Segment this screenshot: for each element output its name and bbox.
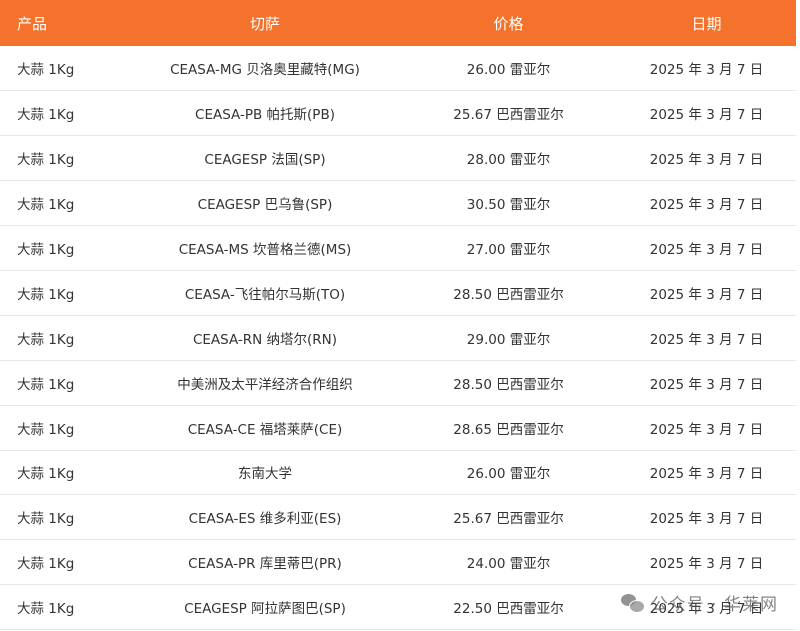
table-row: 大蒜 1Kg CEASA-MS 坎普格兰德(MS) 27.00 雷亚尔 2025 年 … — [0, 226, 796, 271]
cell-date: 2025 年 3 月 7 日 — [649, 331, 764, 348]
cell-date: 2025 年 3 月 7 日 — [649, 62, 764, 79]
table-row: 大蒜 1Kg CEASA-ES 维多利亚(ES) 25.67 巴西雷亚尔 2025 年… — [0, 495, 796, 540]
cell-date: 2025 年 3 月 7 日 — [649, 421, 764, 438]
cell-price: 28.65 巴西雷亚尔 — [453, 421, 564, 438]
table-row: 大蒜 1Kg CEASA-CE 福塔莱萨(CE) 28.65 巴西雷亚尔 2025 年… — [0, 405, 796, 451]
cell-product: 大蒜 1Kg — [17, 601, 75, 618]
cell-product: 大蒜 1Kg — [17, 152, 75, 169]
cell-market: CEASA-PB 帕托斯(PB) — [195, 107, 335, 124]
table-row: 大蒜 1Kg CEASA-RN 纳塔尔(RN) 29.00 雷亚尔 2025 年 3 … — [0, 315, 796, 361]
cell-price: 26.00 雷亚尔 — [466, 62, 551, 79]
header-price: 价格 — [493, 14, 524, 33]
header-row: 产品 切萨 价格 日期 — [0, 0, 796, 46]
cell-price: 25.67 巴西雷亚尔 — [453, 511, 564, 528]
watermark: 公众号 · 华莱网 — [620, 590, 778, 615]
cell-market: CEASA-ES 维多利亚(ES) — [188, 511, 342, 528]
cell-market: CEASA-CE 福塔莱萨(CE) — [187, 421, 343, 438]
cell-price: 22.50 巴西雷亚尔 — [453, 601, 564, 618]
cell-market: CEASA-RN 纳塔尔(RN) — [192, 331, 338, 348]
cell-product: 大蒜 1Kg — [17, 421, 75, 438]
cell-market: CEAGESP 巴乌鲁(SP) — [197, 197, 333, 214]
cell-product: 大蒜 1Kg — [17, 197, 75, 214]
cell-product: 大蒜 1Kg — [17, 466, 75, 483]
watermark-text: 公众号 · 华莱网 — [650, 595, 778, 615]
cell-market: 东南大学 — [238, 466, 292, 483]
cell-price: 27.00 雷亚尔 — [466, 242, 551, 258]
price-table-page: 产品 切萨 价格 日期 大蒜 1Kg CEASA-MG 贝洛奥里藏特(MG) 26.… — [0, 0, 800, 631]
cell-date: 2025 年 3 月 7 日 — [649, 197, 764, 214]
table-row: 大蒜 1Kg CEASA-PR 库里蒂巴(PR) 24.00 雷亚尔 2025 年 3… — [0, 540, 796, 585]
cell-product: 大蒜 1Kg — [17, 511, 75, 528]
table-row: 大蒜 1Kg CEASA-飞往帕尔马斯(TO) 28.50 巴西雷亚尔 2025 年 … — [0, 270, 796, 316]
wechat-icon — [620, 593, 645, 613]
header-product: 产品 — [17, 14, 48, 33]
cell-price: 25.67 巴西雷亚尔 — [453, 107, 564, 124]
cell-product: 大蒜 1Kg — [17, 242, 75, 258]
cell-product: 大蒜 1Kg — [17, 376, 75, 393]
cell-market: CEAGESP 阿拉萨图巴(SP) — [184, 601, 346, 618]
table-row: 大蒜 1Kg CEASA-PB 帕托斯(PB) 25.67 巴西雷亚尔 2025 年 … — [0, 91, 796, 136]
table-row: 大蒜 1Kg CEAGESP 法国(SP) 28.00 雷亚尔 2025 年 3 月 … — [0, 136, 796, 181]
price-table: 产品 切萨 价格 日期 大蒜 1Kg CEASA-MG 贝洛奥里藏特(MG) 26.… — [0, 0, 796, 630]
cell-product: 大蒜 1Kg — [17, 286, 75, 303]
table-row: 大蒜 1Kg 东南大学 26.00 雷亚尔 2025 年 3 月 7 日 — [0, 450, 796, 495]
cell-price: 26.00 雷亚尔 — [466, 466, 551, 483]
cell-date: 2025 年 3 月 7 日 — [649, 107, 764, 124]
cell-date: 2025 年 3 月 7 日 — [649, 511, 764, 528]
cell-price: 30.50 雷亚尔 — [466, 197, 551, 214]
table-header: 产品 切萨 价格 日期 — [0, 0, 796, 46]
cell-date: 2025 年 3 月 7 日 — [649, 286, 764, 303]
cell-date: 2025 年 3 月 7 日 — [649, 376, 764, 393]
cell-date: 2025 年 3 月 7 日 — [649, 466, 764, 483]
cell-market: 中美洲及太平洋经济合作组织 — [177, 376, 353, 393]
cell-product: 大蒜 1Kg — [17, 556, 75, 573]
table-row: 大蒜 1Kg CEASA-MG 贝洛奥里藏特(MG) 26.00 雷亚尔 2025 年… — [0, 46, 796, 91]
cell-price: 29.00 雷亚尔 — [466, 331, 551, 348]
cell-product: 大蒜 1Kg — [17, 62, 75, 79]
cell-product: 大蒜 1Kg — [17, 331, 75, 348]
cell-market: CEAGESP 法国(SP) — [204, 152, 326, 169]
cell-product: 大蒜 1Kg — [17, 107, 75, 124]
table-row: 大蒜 1Kg CEAGESP 巴乌鲁(SP) 30.50 雷亚尔 2025 年 3 月… — [0, 181, 796, 226]
cell-market: CEASA-MG 贝洛奥里藏特(MG) — [170, 62, 360, 79]
cell-market: CEASA-飞往帕尔马斯(TO) — [184, 286, 346, 303]
cell-price: 28.50 巴西雷亚尔 — [453, 376, 564, 393]
table-body: 大蒜 1Kg CEASA-MG 贝洛奥里藏特(MG) 26.00 雷亚尔 2025 年… — [0, 46, 796, 630]
header-market: 切萨 — [249, 14, 280, 33]
cell-date: 2025 年 3 月 7 日 — [649, 242, 764, 258]
cell-date: 2025 年 3 月 7 日 — [649, 152, 764, 169]
cell-market: CEASA-MS 坎普格兰德(MS) — [178, 242, 352, 258]
cell-market: CEASA-PR 库里蒂巴(PR) — [188, 556, 342, 573]
table-row: 大蒜 1Kg 中美洲及太平洋经济合作组织 28.50 巴西雷亚尔 2025 年 3 月… — [0, 360, 796, 406]
cell-date: 2025 年 3 月 7 日 — [649, 556, 764, 573]
header-date: 日期 — [691, 14, 722, 33]
cell-price: 28.00 雷亚尔 — [466, 152, 551, 169]
cell-price: 24.00 雷亚尔 — [466, 556, 551, 573]
cell-price: 28.50 巴西雷亚尔 — [453, 286, 564, 303]
